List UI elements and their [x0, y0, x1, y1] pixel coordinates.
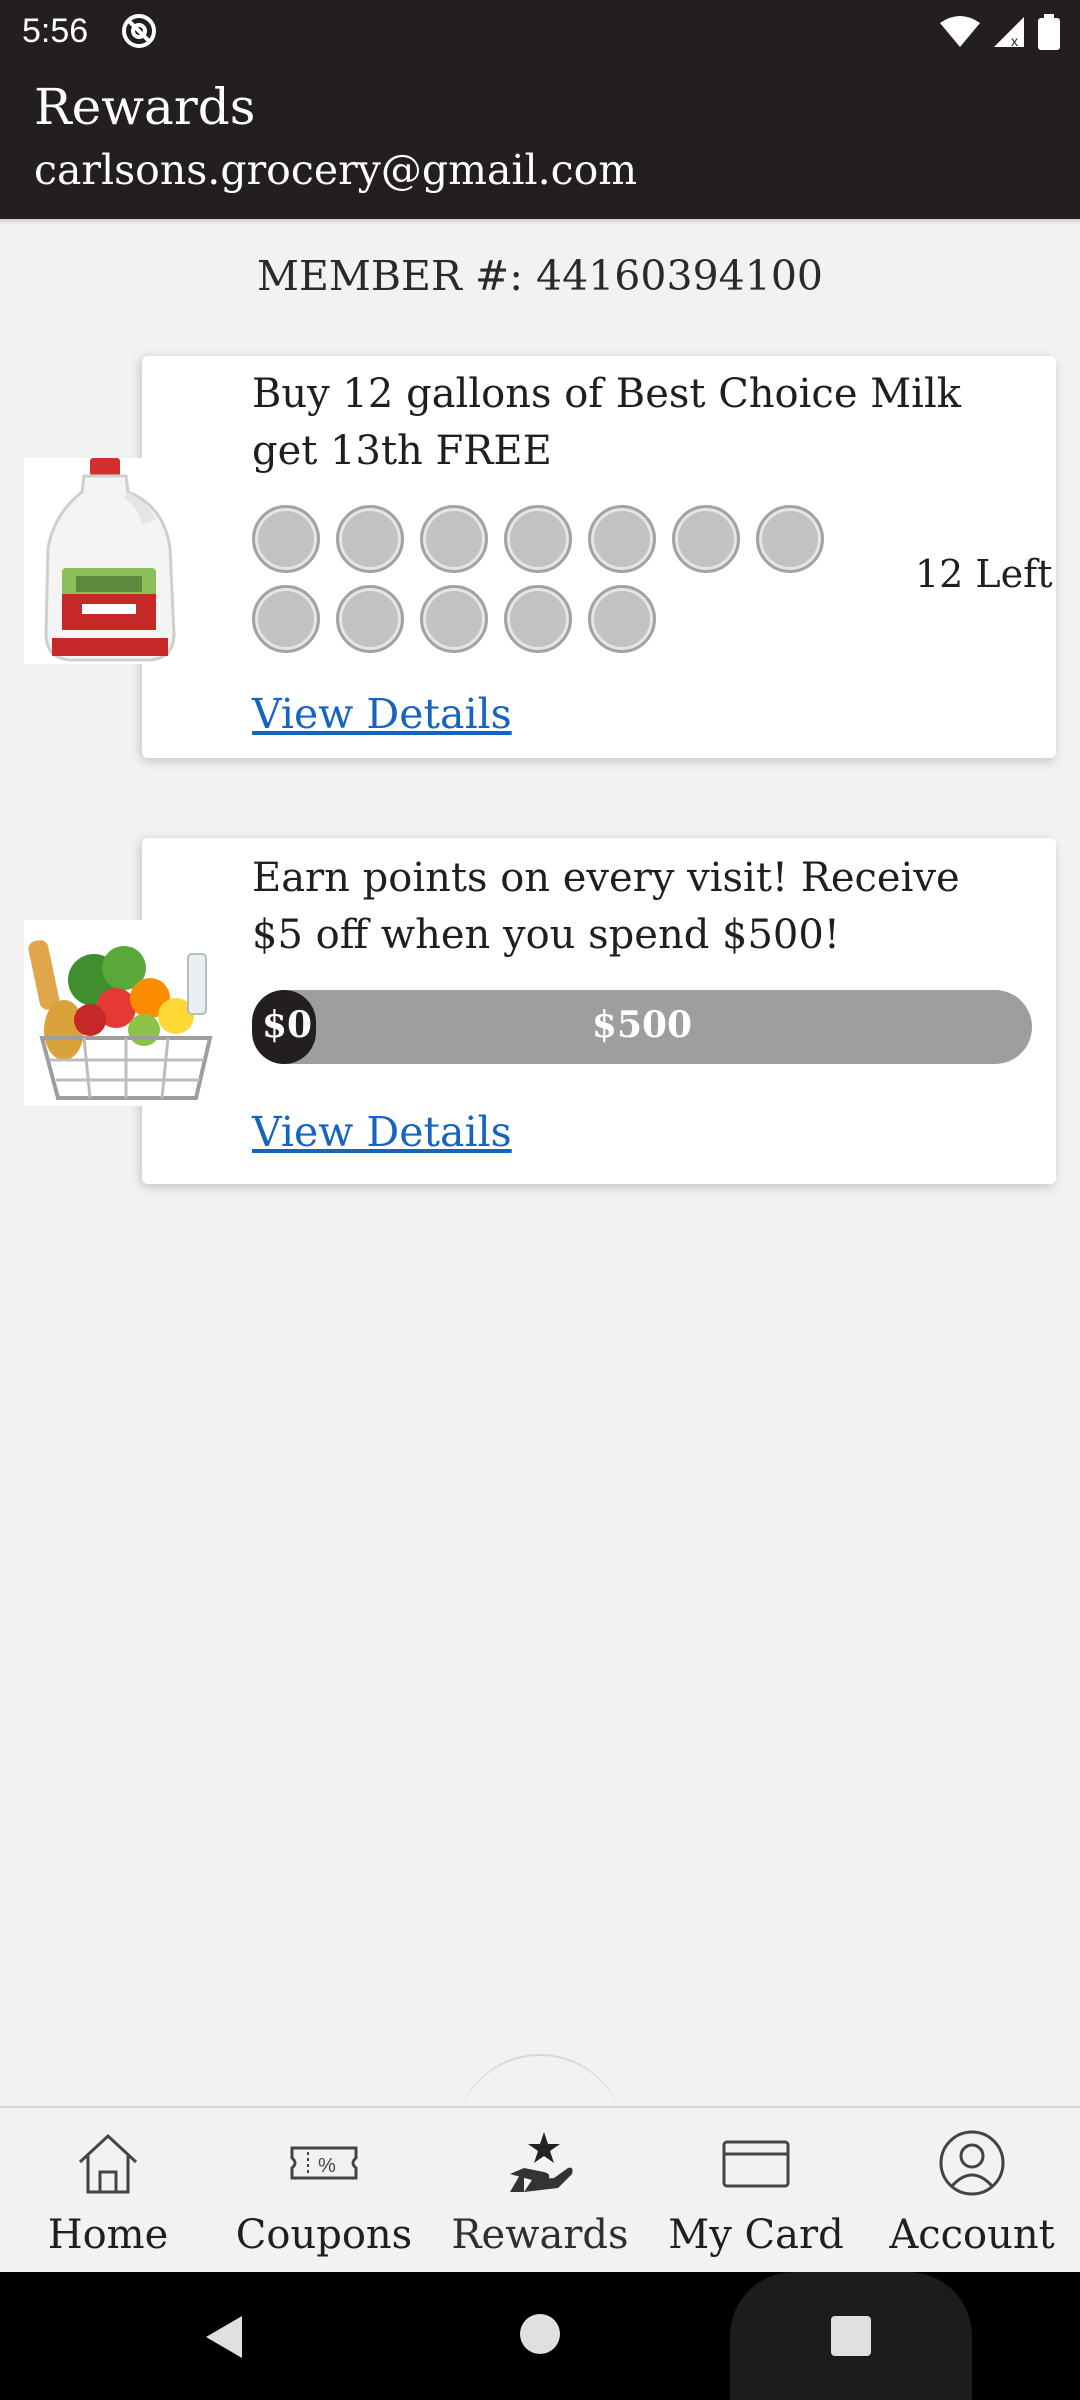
- punch-empty: [420, 585, 488, 653]
- account-email: carlsons.grocery@gmail.com: [34, 146, 638, 194]
- progress-goal-label: $500: [591, 1004, 693, 1046]
- nav-home-label: Home: [47, 2212, 169, 2258]
- recents-button[interactable]: [831, 2316, 871, 2356]
- progress-start-label: $0: [262, 1004, 313, 1046]
- account-icon: [939, 2130, 1005, 2196]
- nav-rewards[interactable]: Rewards: [432, 2108, 648, 2272]
- nav-account-label: Account: [889, 2212, 1055, 2258]
- spend-progress-bar: $500 $0: [252, 990, 1032, 1064]
- card-icon: [722, 2140, 790, 2188]
- punch-card: [252, 505, 892, 653]
- punch-empty: [588, 505, 656, 573]
- nav-my-card-label: My Card: [668, 2212, 844, 2258]
- member-number: MEMBER #: 44160394100: [257, 252, 823, 300]
- status-time: 5:56: [22, 12, 89, 50]
- rewards-icon: [510, 2132, 573, 2192]
- punch-empty: [252, 505, 320, 573]
- bottom-nav: Home % Coupons Rewards My Card Account: [0, 2106, 1080, 2272]
- home-button[interactable]: [520, 2314, 560, 2354]
- nav-rewards-label: Rewards: [451, 2212, 629, 2258]
- coupon-icon: %: [290, 2146, 358, 2180]
- punch-empty: [252, 585, 320, 653]
- punch-empty: [504, 505, 572, 573]
- view-details-link-points[interactable]: View Details: [252, 1108, 512, 1156]
- punch-empty: [588, 585, 656, 653]
- milk-gallon-icon: [24, 458, 188, 664]
- app-bar: Rewards carlsons.grocery@gmail.com: [0, 62, 1080, 219]
- at-sign-icon: [122, 14, 156, 48]
- nav-coupons[interactable]: % Coupons: [216, 2108, 432, 2272]
- nav-coupons-label: Coupons: [235, 2212, 413, 2258]
- nav-my-card[interactable]: My Card: [648, 2108, 864, 2272]
- svg-text:x: x: [1011, 33, 1018, 49]
- punch-empty: [336, 505, 404, 573]
- reward-title-points: Earn points on every visit! Receive $5 o…: [252, 855, 960, 958]
- nav-home[interactable]: Home: [0, 2108, 216, 2272]
- cell-signal-icon: x: [994, 17, 1024, 49]
- punch-empty: [336, 585, 404, 653]
- grocery-basket-image: [24, 920, 228, 1106]
- nav-account[interactable]: Account: [864, 2108, 1080, 2272]
- page-title: Rewards: [34, 78, 256, 136]
- grocery-basket-icon: [24, 920, 228, 1106]
- app-bar-shadow: [0, 219, 1080, 225]
- punch-empty: [672, 505, 740, 573]
- home-icon: [78, 2133, 138, 2194]
- status-bar: 5:56 x: [0, 0, 1080, 62]
- back-icon[interactable]: [200, 2312, 250, 2362]
- svg-text:%: %: [318, 2155, 336, 2177]
- wifi-icon: [940, 16, 980, 47]
- punches-remaining: 12 Left: [915, 552, 1053, 596]
- battery-icon: [1038, 14, 1060, 50]
- punch-empty: [420, 505, 488, 573]
- status-icons: x: [940, 12, 1060, 52]
- punch-empty: [504, 585, 572, 653]
- milk-gallon-image: [24, 458, 188, 664]
- view-details-link-milk[interactable]: View Details: [252, 690, 512, 738]
- system-nav-bar: [0, 2272, 1080, 2400]
- punch-empty: [756, 505, 824, 573]
- reward-title-milk: Buy 12 gallons of Best Choice Milk get 1…: [252, 371, 962, 474]
